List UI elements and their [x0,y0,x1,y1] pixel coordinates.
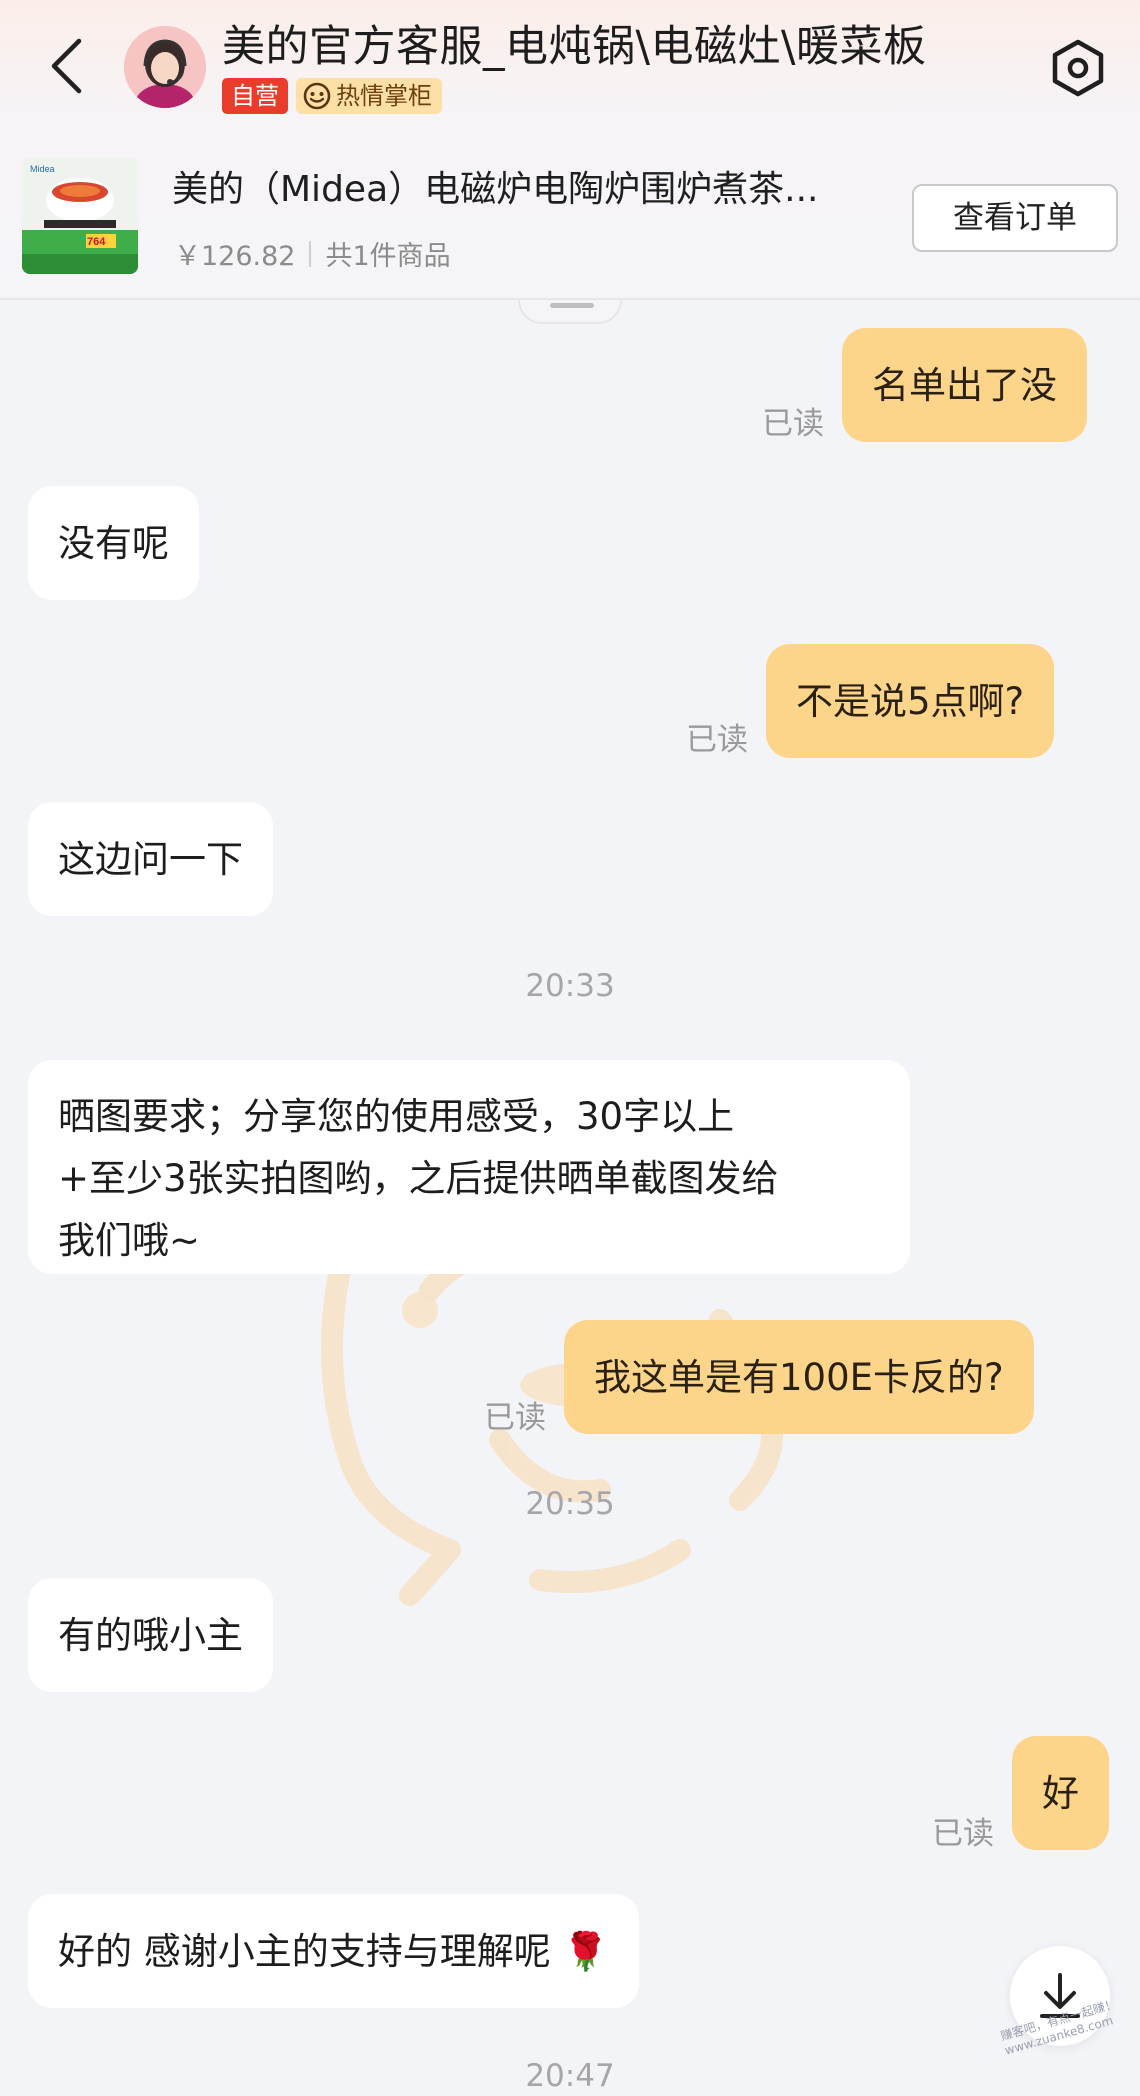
chevron-left-icon [51,38,82,94]
message-bubble-in[interactable]: 有的哦小主 [28,1578,273,1692]
read-status: 已读 [932,1816,994,1852]
smile-bubble-icon [303,82,331,110]
thumb-price-label: 764 [87,236,106,248]
view-order-button[interactable]: 查看订单 [912,184,1118,252]
product-meta: ￥126.82 共1件商品 [174,234,451,273]
read-status: 已读 [686,722,748,758]
agent-avatar-icon [124,26,206,108]
timestamp: 20:47 [525,2058,615,2094]
message-text: 不是说5点啊? [796,680,1025,723]
warm-badge-label: 热情掌柜 [336,82,432,110]
product-image: Midea 764 [22,158,138,274]
product-price: ￥126.82 [174,241,296,272]
message-bubble-out[interactable]: 我这单是有100E卡反的? [564,1320,1034,1434]
meta-divider [309,240,312,267]
message-line: +至少3张实拍图哟，之后提供晒单截图发给 [58,1157,779,1200]
message-bubble-out[interactable]: 好 [1012,1736,1109,1850]
message-bubble-in[interactable]: 好的 感谢小主的支持与理解呢 🌹 [28,1894,639,2008]
message-text: 我这单是有100E卡反的? [594,1356,1004,1399]
thumb-brand-label: Midea [30,164,55,174]
message-bubble-in[interactable]: 没有呢 [28,486,199,600]
settings-hexagon-icon [1052,39,1104,97]
chat-header: 美的官方客服_电炖锅\电磁灶\暖菜板 自营 热情掌柜 Midea 764 美的（… [0,0,1140,300]
message-text: 有的哦小主 [58,1614,243,1657]
back-button[interactable] [40,30,92,102]
shop-name[interactable]: 美的官方客服_电炖锅\电磁灶\暖菜板 [222,12,926,74]
collapse-header-handle[interactable] [518,300,622,324]
message-bubble-in[interactable]: 晒图要求；分享您的使用感受，30字以上 +至少3张实拍图哟，之后提供晒单截图发给… [28,1060,910,1274]
message-bubble-in[interactable]: 这边问一下 [28,802,273,916]
message-bubble-out[interactable]: 不是说5点啊? [766,644,1055,758]
message-text: 名单出了没 [872,364,1057,407]
settings-button[interactable] [1046,36,1110,100]
message-text: 这边问一下 [58,838,243,881]
self-operated-badge: 自营 [222,78,288,114]
message-text: 没有呢 [58,522,169,565]
read-status: 已读 [762,406,824,442]
shop-avatar[interactable] [124,26,206,108]
message-bubble-out[interactable]: 名单出了没 [842,328,1087,442]
message-text: 好 [1042,1772,1079,1815]
message-line: 我们哦~ [58,1219,201,1262]
product-thumbnail[interactable]: Midea 764 [22,158,138,274]
message-line: 晒图要求；分享您的使用感受，30字以上 [58,1095,735,1138]
product-title[interactable]: 美的（Midea）电磁炉电陶炉围炉煮茶... [172,160,892,212]
message-text: 好的 感谢小主的支持与理解呢 🌹 [58,1930,609,1973]
product-count: 共1件商品 [325,241,451,272]
timestamp: 20:35 [525,1486,615,1522]
warm-shopkeeper-badge: 热情掌柜 [296,78,442,114]
timestamp: 20:33 [525,968,615,1004]
read-status: 已读 [484,1400,546,1436]
